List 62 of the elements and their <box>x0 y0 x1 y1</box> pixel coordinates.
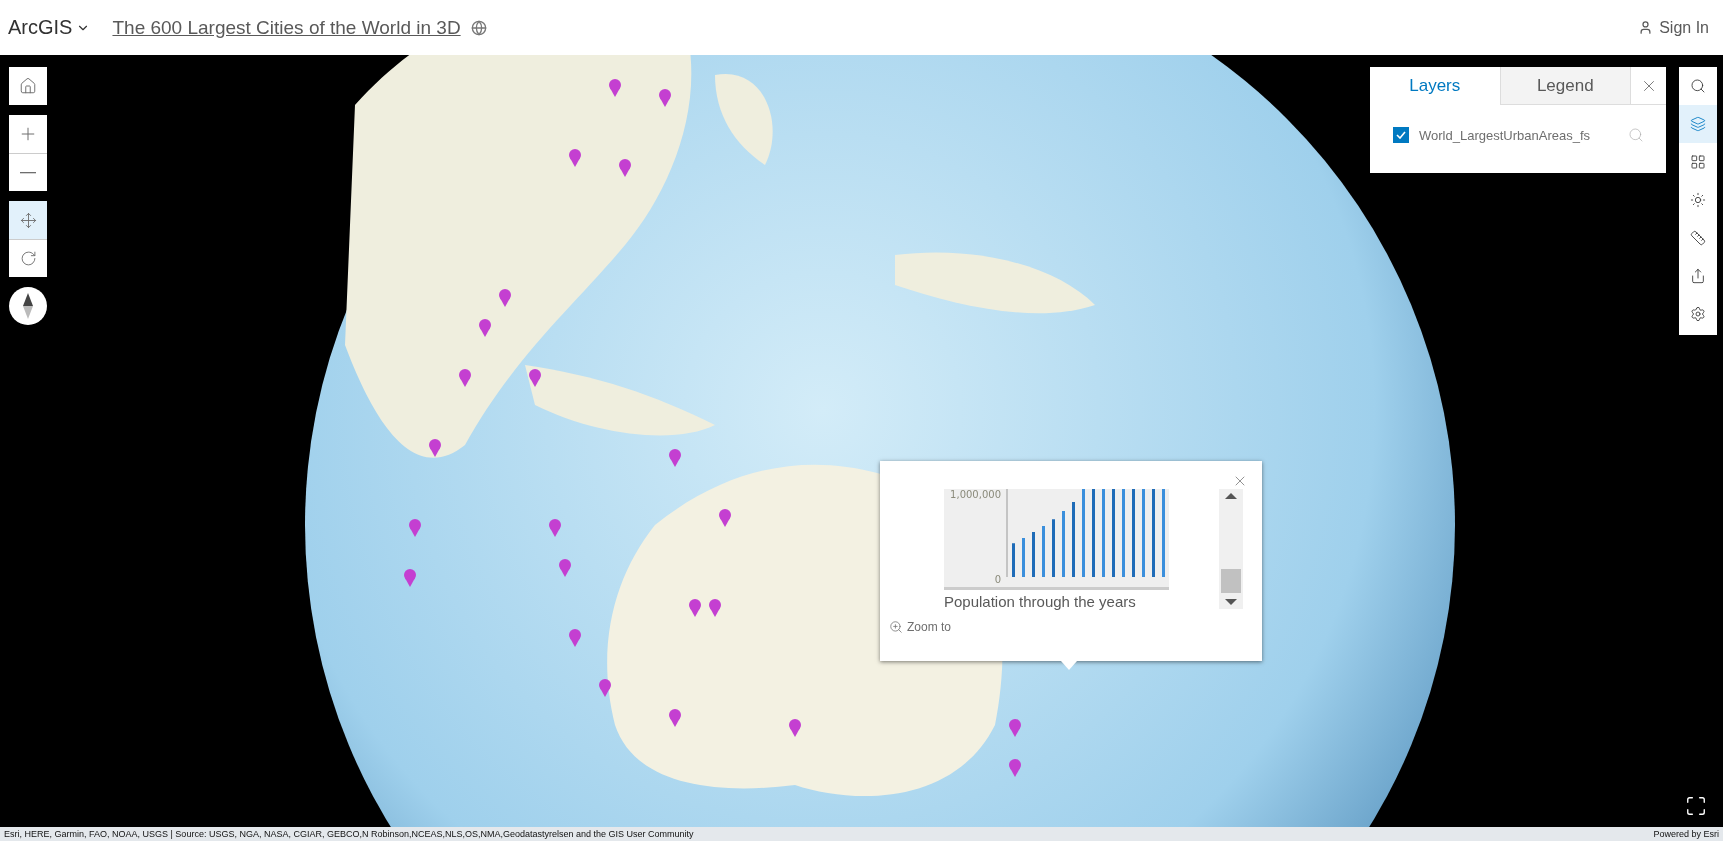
city-pin-icon[interactable] <box>709 599 721 617</box>
attribution-text: Esri, HERE, Garmin, FAO, NOAA, USGS | Source: USGS, NGA, NASA, CGIAR, GEBCO,N Robinson,NCEAS,NLS,OS,NMA,Geodatastyrelsen and the GIS User Community <box>4 829 694 839</box>
settings-icon <box>1690 306 1706 322</box>
city-pin-icon[interactable] <box>669 709 681 727</box>
compass-button[interactable] <box>9 287 47 325</box>
city-pin-icon[interactable] <box>459 369 471 387</box>
scrollbar[interactable] <box>1219 489 1243 609</box>
zoom-to-link[interactable]: Zoom to <box>889 620 1262 634</box>
city-pin-icon[interactable] <box>599 679 611 697</box>
chart-bar <box>1052 519 1055 577</box>
city-pin-icon[interactable] <box>409 519 421 537</box>
city-pin-icon[interactable] <box>669 449 681 467</box>
zoom-in-icon <box>889 620 903 634</box>
city-pin-icon[interactable] <box>549 519 561 537</box>
rotate-icon <box>19 250 37 267</box>
city-pin-icon[interactable] <box>499 289 511 307</box>
city-pin-icon[interactable] <box>1009 759 1021 777</box>
zoom-out-icon <box>20 171 36 174</box>
city-pin-icon[interactable] <box>659 89 671 107</box>
chart-caption: Population through the years <box>944 593 1137 610</box>
city-pin-icon[interactable] <box>429 439 441 457</box>
city-pin-icon[interactable] <box>529 369 541 387</box>
fullscreen-icon <box>1685 795 1707 817</box>
chart-bar <box>1012 543 1015 577</box>
layer-name: World_LargestUrbanAreas_fs <box>1419 127 1591 143</box>
chart-bar <box>1062 511 1065 577</box>
city-pin-icon[interactable] <box>619 159 631 177</box>
ruler-icon <box>1690 230 1706 246</box>
sun-icon <box>1690 192 1706 208</box>
axis-label: 1,000,000 <box>950 489 1001 500</box>
search-icon <box>1690 78 1706 94</box>
user-icon <box>1638 20 1654 35</box>
powered-by-text: Powered by Esri <box>1653 829 1719 839</box>
layers-icon <box>1690 116 1706 132</box>
city-pin-icon[interactable] <box>609 79 621 97</box>
chart-bar <box>1022 538 1025 577</box>
axis-label: 0 <box>994 574 1001 585</box>
layer-checkbox[interactable] <box>1393 127 1409 143</box>
city-pin-icon[interactable] <box>789 719 801 737</box>
map-title-link[interactable]: The 600 Largest Cities of the World in 3D <box>112 16 461 39</box>
grid-icon <box>1690 154 1706 170</box>
panel-tab[interactable]: Legend <box>1499 67 1630 105</box>
globe-icon[interactable] <box>470 19 487 36</box>
compass-needle-icon <box>23 293 33 319</box>
city-pin-icon[interactable] <box>479 319 491 337</box>
chart-bar <box>1042 526 1045 577</box>
city-pin-icon[interactable] <box>404 569 416 587</box>
chart-bar <box>1032 532 1035 577</box>
home-icon <box>19 77 37 95</box>
pan-button[interactable] <box>9 201 47 239</box>
layers-button[interactable] <box>1679 105 1717 143</box>
city-pin-icon[interactable] <box>719 509 731 527</box>
city-pin-icon[interactable] <box>1009 719 1021 737</box>
check-icon <box>1396 131 1406 139</box>
pan-icon <box>19 211 37 229</box>
share-icon <box>1690 268 1706 284</box>
city-pin-icon[interactable] <box>559 559 571 577</box>
app-menu[interactable]: ArcGIS <box>8 16 91 39</box>
city-pin-icon[interactable] <box>569 149 581 167</box>
sign-in-button[interactable]: Sign In <box>1632 17 1715 38</box>
city-pin-icon[interactable] <box>689 599 701 617</box>
city-pin-icon[interactable] <box>569 629 581 647</box>
